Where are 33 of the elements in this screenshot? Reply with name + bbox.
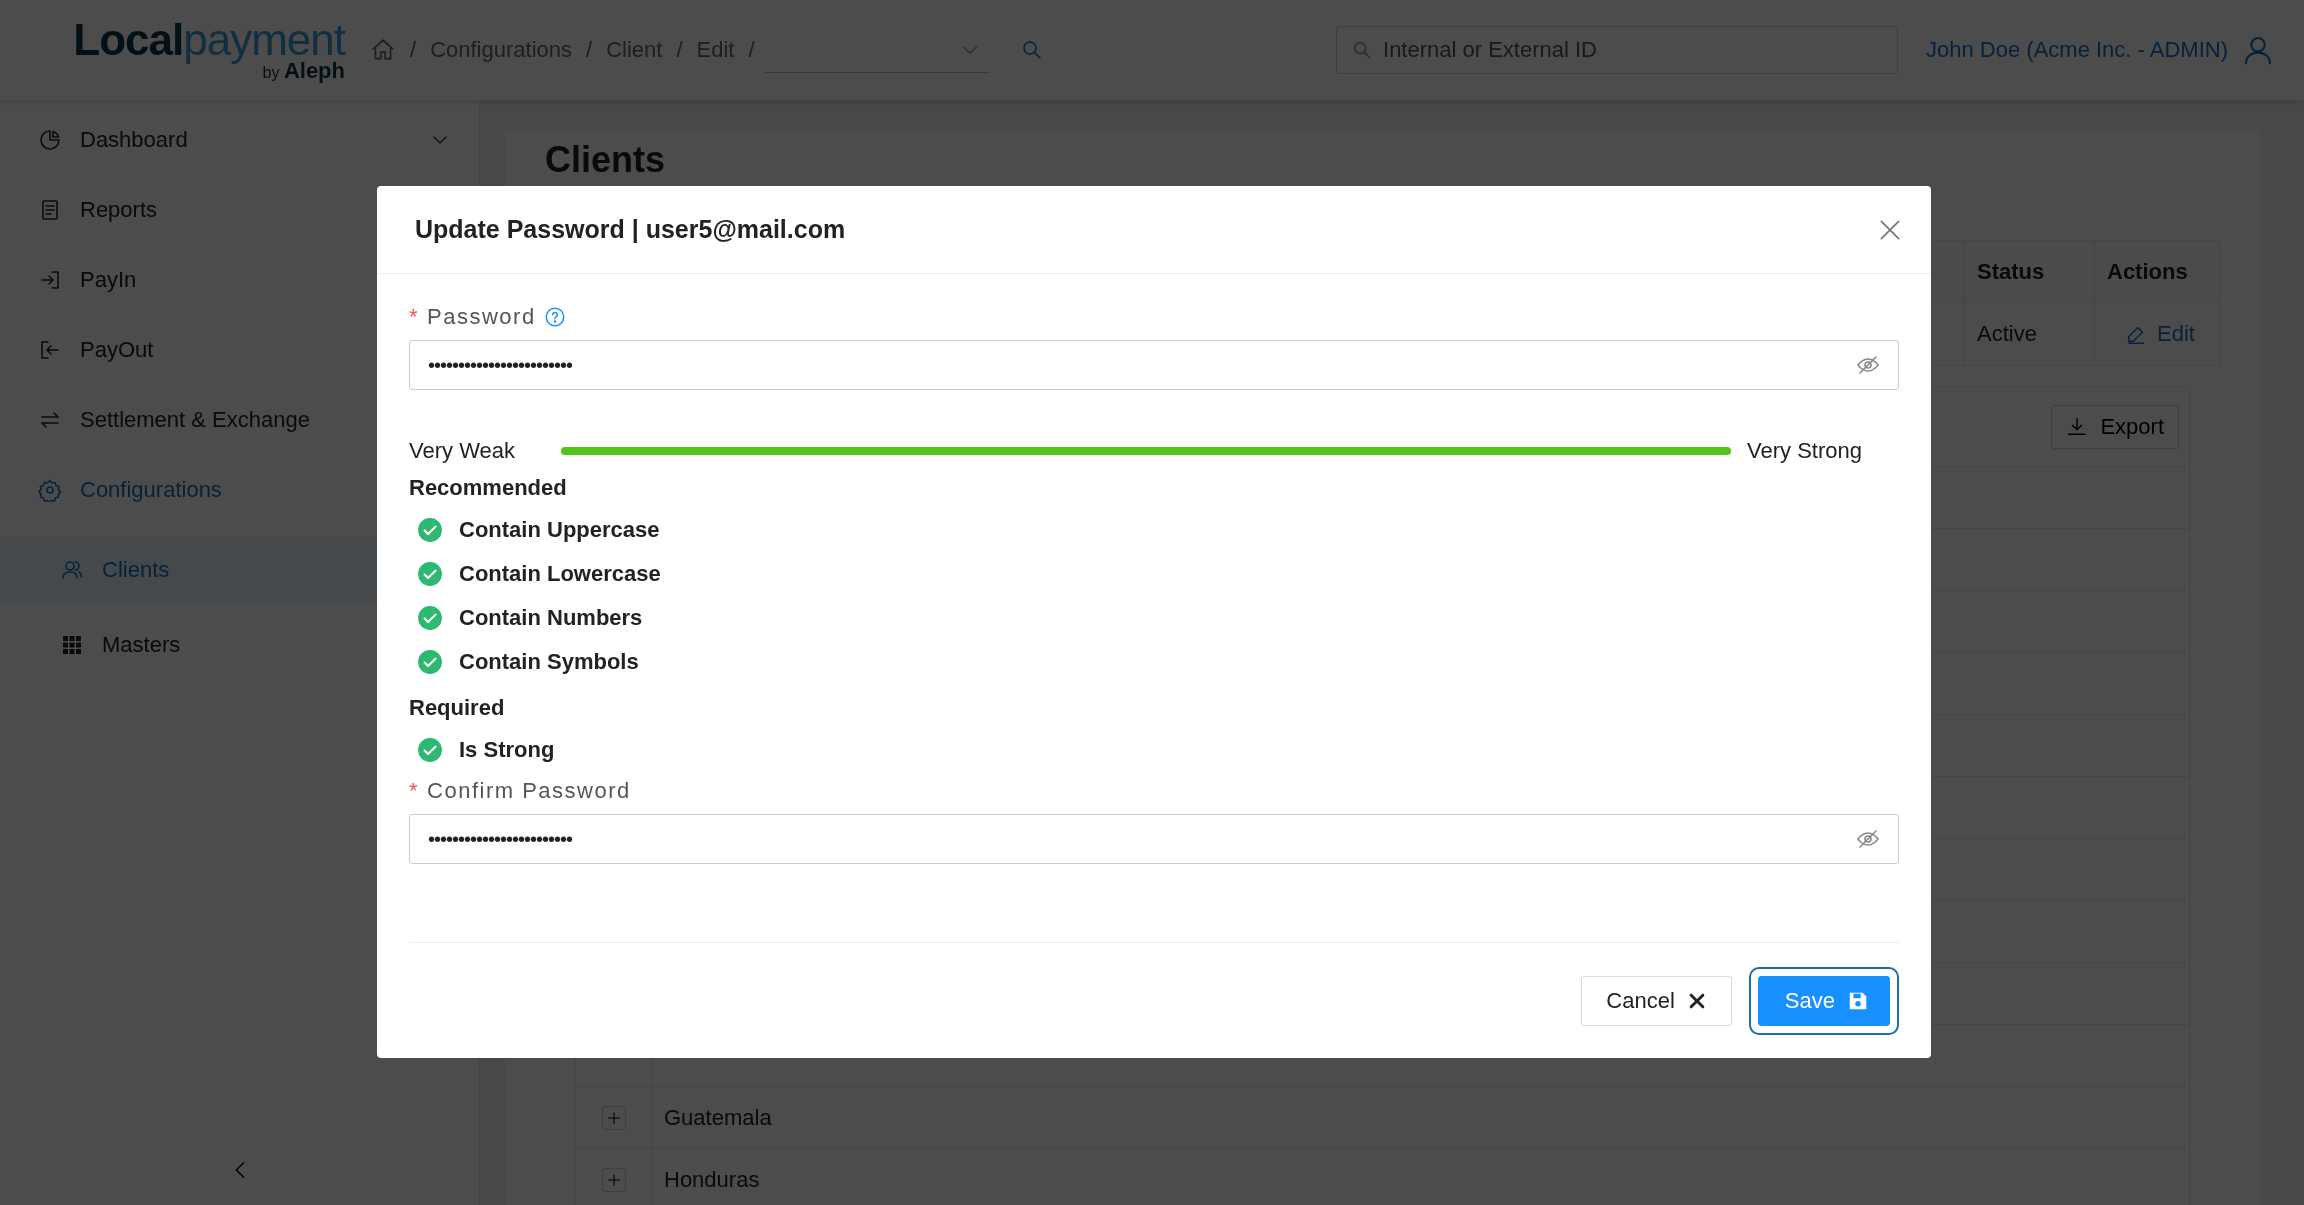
password-field[interactable]: •••••••••••••••••••••••• [409,340,1899,390]
help-icon[interactable] [543,306,566,328]
breadcrumb-separator: / [676,37,683,63]
field-label: Password [427,304,536,330]
required-mark: * [409,304,420,330]
toggle-visibility-button[interactable] [1856,353,1880,377]
save-button[interactable]: Save [1757,976,1890,1026]
password-field[interactable]: •••••••••••••••••••••••• [409,814,1899,864]
user-name[interactable]: John Doe (Acme Inc. - ADMIN) [1926,37,2228,63]
dialog-title: Update Password | user5@mail.com [415,215,846,244]
strength-label: Very Strong [1747,438,1862,464]
breadcrumb-separator: / [748,37,755,63]
cancel-button[interactable]: Cancel [1581,976,1732,1026]
field-label: Confirm Password [427,778,631,804]
logo-wordmark: Localpayment [73,18,345,62]
requirement-text: Contain Symbols [459,649,639,675]
eye-slash-icon [1856,827,1880,851]
section-heading: Required [409,694,506,722]
toggle-visibility-button[interactable] [1856,827,1880,851]
eye-slash-icon [1856,353,1880,377]
requirement-text: Contain Numbers [459,605,643,631]
requirement-text: Contain Uppercase [459,517,660,543]
logo-tagline: by Aleph [262,60,345,82]
requirement-text: Contain Lowercase [459,561,661,587]
table-cell-text: Guatemala [663,1104,772,1131]
required-mark: * [409,778,420,804]
requirement-text: Is Strong [459,737,555,763]
breadcrumb-separator: / [586,37,593,63]
strength-label: Very Weak [409,438,516,464]
page-title: Clients [545,140,666,180]
table-cell-text: Honduras [663,1166,760,1193]
breadcrumb-separator: / [410,37,417,63]
section-heading: Recommended [409,474,568,502]
